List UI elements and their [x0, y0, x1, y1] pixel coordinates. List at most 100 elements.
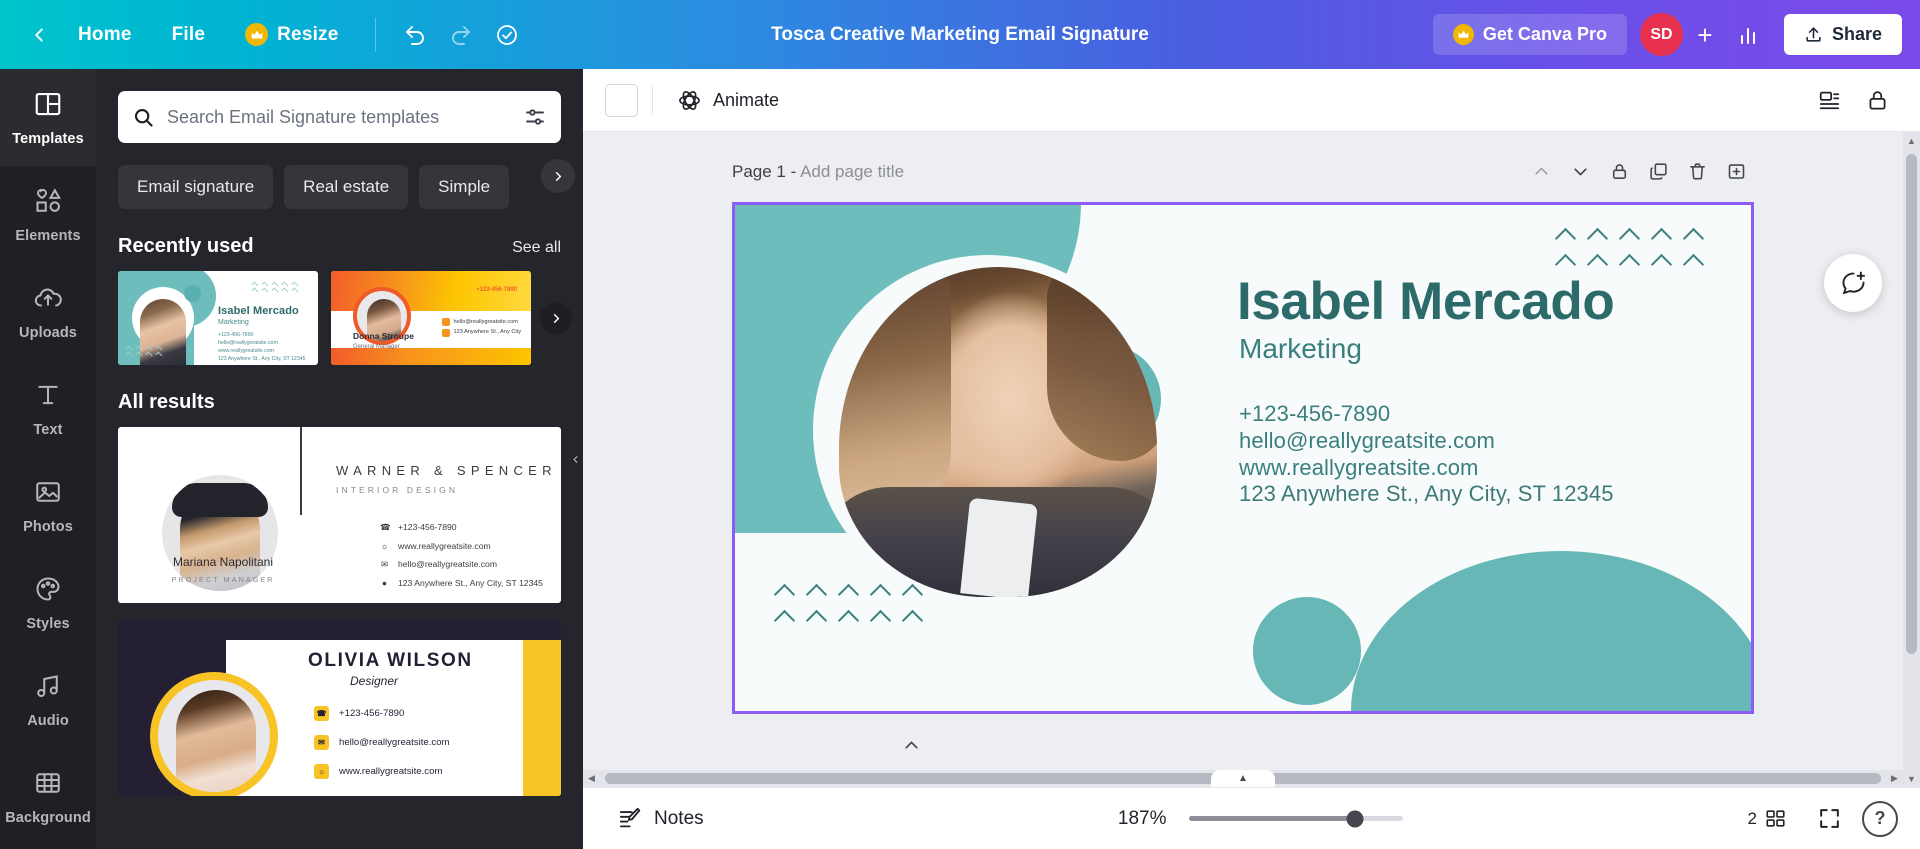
recent-card-2-role: General Manager [353, 344, 400, 350]
chevron-right-icon [553, 313, 559, 323]
design-canvas-page-1[interactable]: Isabel Mercado Marketing +123-456-7890 h… [732, 202, 1754, 714]
color-swatch-button[interactable] [605, 83, 638, 117]
sidebar-label-text: Text [33, 421, 63, 438]
design-address[interactable]: 123 Anywhere St., Any City, ST 12345 [1239, 481, 1614, 508]
chevron-right-icon [555, 171, 561, 181]
search-input[interactable] [167, 106, 511, 128]
design-role-text[interactable]: Marketing [1239, 335, 1362, 363]
scroll-right-arrow[interactable]: ▶ [1886, 770, 1903, 787]
panel-scroll-area[interactable]: Recently used See all Isabel Mercado Mar… [96, 209, 583, 849]
notes-button[interactable]: Notes [605, 798, 716, 840]
recently-used-title: Recently used [118, 235, 254, 257]
animate-icon [679, 90, 700, 110]
avatar[interactable]: SD [1639, 13, 1683, 56]
scroll-left-arrow[interactable]: ◀ [583, 770, 600, 787]
recent-next-button[interactable] [540, 302, 572, 334]
move-page2-up-icon[interactable] [894, 728, 929, 763]
sidebar-label-elements: Elements [15, 227, 81, 244]
add-page-icon[interactable] [1719, 154, 1754, 189]
design-phone[interactable]: +123-456-7890 [1239, 401, 1614, 428]
sidebar-label-uploads: Uploads [19, 324, 77, 341]
recent-template-card-2[interactable]: +123-456-7890 Donna Stroupe General Mana… [331, 271, 531, 365]
templates-icon [33, 89, 63, 124]
get-canva-pro-button[interactable]: Get Canva Pro [1432, 14, 1627, 55]
design-website[interactable]: www.reallygreatsite.com [1239, 455, 1614, 482]
canvas-horizontal-scrollbar[interactable]: ◀ ▶ ▲ [583, 770, 1903, 787]
scroll-down-arrow[interactable]: ▼ [1903, 770, 1920, 787]
canvas-scroll[interactable]: Page 1 - Add page title Isabel Mercado M… [583, 132, 1903, 787]
filter-sliders-icon[interactable] [523, 105, 547, 129]
toolbar-separator [652, 85, 653, 115]
zoom-slider-knob[interactable] [1346, 810, 1364, 827]
undo-icon[interactable] [394, 14, 436, 56]
search-box[interactable] [118, 91, 561, 143]
fullscreen-icon[interactable] [1808, 798, 1850, 840]
bottom-bar: Notes 187% 2 ? [583, 787, 1920, 849]
recently-used-header: Recently used See all [118, 235, 561, 258]
bar-chart-icon[interactable] [1727, 14, 1769, 56]
sidebar-item-photos[interactable]: Photos [0, 457, 96, 554]
result-template-card-2[interactable]: OLIVIA WILSON Designer ☎ +123-456-7890 ✉ h… [118, 620, 561, 796]
duplicate-page-icon[interactable] [1641, 154, 1676, 189]
move-page-up-icon[interactable] [1524, 154, 1559, 189]
design-name-text[interactable]: Isabel Mercado [1237, 275, 1615, 328]
canvas-area[interactable]: Page 1 - Add page title Isabel Mercado M… [583, 132, 1920, 787]
decor-teal-corner-bottom-right [1351, 551, 1751, 711]
redo-icon[interactable] [440, 14, 482, 56]
home-menu-button[interactable]: Home [60, 16, 150, 54]
sidebar-item-text[interactable]: Text [0, 360, 96, 457]
top-bar-right: Get Canva Pro SD + Share [1432, 13, 1920, 56]
sidebar-item-styles[interactable]: Styles [0, 554, 96, 651]
animate-button[interactable]: Animate [667, 80, 789, 121]
result-template-card-1[interactable]: WARNER & SPENCER INTERIOR DESIGN ☎ +123-4… [118, 427, 561, 603]
see-all-link[interactable]: See all [512, 239, 561, 257]
chip-simple[interactable]: Simple [419, 165, 510, 209]
zoom-value[interactable]: 187% [1101, 808, 1167, 830]
recent-card-2-phone: +123-456-7890 [476, 287, 517, 293]
result2-person-role: Designer [350, 674, 399, 688]
chip-email-signature[interactable]: Email signature [118, 165, 274, 209]
design-email[interactable]: hello@reallygreatsite.com [1239, 428, 1614, 455]
move-page-down-icon[interactable] [1563, 154, 1598, 189]
top-bar-left: Home File Resize [0, 14, 528, 56]
sidebar-item-elements[interactable]: Elements [0, 166, 96, 263]
help-button[interactable]: ? [1862, 800, 1898, 837]
add-comment-button[interactable] [1824, 254, 1882, 312]
file-menu-button[interactable]: File [154, 16, 224, 54]
recent-template-card-1[interactable]: Isabel Mercado Marketing +123-456-7890 h… [118, 271, 318, 365]
sidebar-item-background[interactable]: Background [0, 748, 96, 845]
back-chevron-icon[interactable] [22, 18, 56, 52]
canvas-vertical-scrollbar[interactable]: ▲ ▼ [1903, 132, 1920, 787]
collapse-panel-tab[interactable]: ▲ [1211, 770, 1275, 787]
zoom-slider[interactable] [1188, 810, 1403, 827]
sidebar-item-uploads[interactable]: Uploads [0, 263, 96, 360]
resize-button[interactable]: Resize [227, 15, 356, 54]
cloud-check-icon[interactable] [486, 14, 528, 56]
design-portrait-photo[interactable] [839, 267, 1157, 597]
result-person-role: PROJECT MANAGER [171, 575, 275, 584]
share-label: Share [1831, 24, 1882, 44]
panel-collapse-handle[interactable] [567, 423, 583, 495]
design-contacts-text[interactable]: +123-456-7890 hello@reallygreatsite.com … [1239, 401, 1614, 508]
page-1-title[interactable]: Page 1 - Add page title [732, 162, 904, 182]
chips-next-button[interactable] [541, 159, 575, 193]
result2-portrait [150, 672, 278, 796]
result-person-name: Mariana Napolitani [172, 555, 274, 569]
lock-icon[interactable] [1856, 79, 1898, 121]
scroll-up-arrow[interactable]: ▲ [1903, 132, 1920, 149]
chip-real-estate[interactable]: Real estate [284, 165, 409, 209]
share-button[interactable]: Share [1783, 14, 1902, 55]
document-title[interactable]: Tosca Creative Marketing Email Signature [759, 17, 1161, 53]
recent-card-role: Marketing [218, 319, 249, 326]
lock-page-icon[interactable] [1602, 154, 1637, 189]
sidebar-item-templates[interactable]: Templates [0, 69, 96, 166]
page-count-button[interactable]: 2 [1739, 800, 1796, 837]
recent-card-2-name: Donna Stroupe [353, 331, 414, 341]
page-1-title-placeholder[interactable]: Add page title [800, 162, 904, 181]
sidebar-item-audio[interactable]: Audio [0, 651, 96, 748]
vertical-scroll-thumb[interactable] [1906, 154, 1917, 654]
add-collaborator-button[interactable]: + [1688, 18, 1722, 52]
editor-toolbar: Animate [583, 69, 1920, 132]
position-icon[interactable] [1808, 79, 1850, 121]
delete-page-icon[interactable] [1680, 154, 1715, 189]
